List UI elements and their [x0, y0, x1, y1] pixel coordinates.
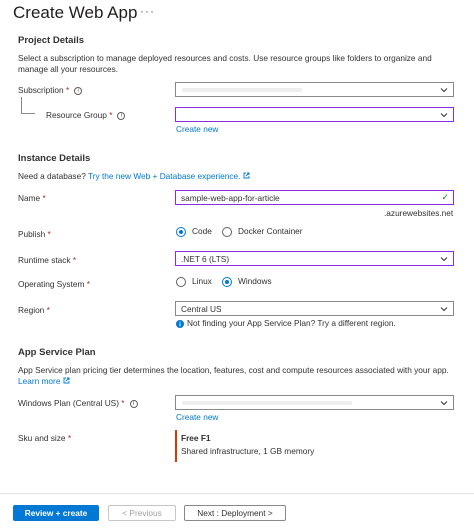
subscription-select[interactable] — [175, 82, 454, 97]
redacted-value — [182, 88, 302, 92]
publish-code-radio[interactable]: Code — [176, 226, 212, 237]
redacted-value — [182, 401, 352, 405]
info-filled-icon — [176, 319, 184, 328]
os-linux-radio[interactable]: Linux — [176, 276, 212, 287]
project-details-heading: Project Details — [18, 35, 84, 46]
operating-system-label: Operating System * — [18, 279, 90, 289]
sku-name[interactable]: Free F1 — [181, 433, 211, 443]
resource-group-label: Resource Group * i — [46, 110, 126, 120]
name-input[interactable]: sample-web-app-for-article ✓ — [175, 190, 454, 205]
database-prompt: Need a database? Try the new Web + Datab… — [18, 171, 250, 181]
chevron-down-icon — [440, 307, 448, 312]
page-title: Create Web App — [13, 3, 138, 22]
chevron-down-icon — [440, 88, 448, 93]
footer-divider — [0, 493, 474, 494]
app-service-plan-heading: App Service Plan — [18, 347, 96, 358]
chevron-down-icon — [440, 113, 448, 118]
publish-label: Publish * — [18, 229, 51, 239]
subscription-label: Subscription * i — [18, 85, 83, 95]
app-service-plan-description: App Service plan pricing tier determines… — [18, 365, 449, 386]
radio-icon — [176, 276, 186, 287]
chevron-down-icon — [440, 401, 448, 406]
review-create-button[interactable]: Review + create — [13, 505, 99, 521]
name-label: Name * — [18, 193, 46, 203]
project-details-description: Select a subscription to manage deployed… — [18, 53, 432, 74]
region-hint: Not finding your App Service Plan? Try a… — [176, 318, 396, 328]
publish-docker-radio[interactable]: Docker Container — [222, 226, 303, 237]
sku-accent-bar — [175, 430, 177, 462]
more-options-icon[interactable]: ··· — [140, 4, 155, 18]
windows-plan-select[interactable] — [175, 395, 454, 410]
tree-connector — [21, 97, 35, 114]
info-icon: i — [74, 86, 83, 95]
sku-size-label: Sku and size * — [18, 433, 72, 443]
region-label: Region * — [18, 305, 50, 315]
os-windows-radio[interactable]: Windows — [222, 276, 272, 287]
runtime-stack-label: Runtime stack * — [18, 255, 77, 265]
valid-check-icon: ✓ — [441, 192, 449, 202]
sku-detail: Shared infrastructure, 1 GB memory — [181, 446, 315, 456]
learn-more-link[interactable]: Learn more — [18, 376, 60, 386]
create-new-resource-group-link[interactable]: Create new — [176, 124, 218, 134]
runtime-stack-select[interactable]: .NET 6 (LTS) — [175, 251, 454, 266]
resource-group-select[interactable] — [175, 107, 454, 122]
region-select[interactable]: Central US — [175, 301, 454, 316]
external-link-icon — [243, 172, 250, 179]
radio-selected-icon — [176, 226, 186, 237]
previous-button[interactable]: < Previous — [108, 505, 176, 521]
domain-suffix: .azurewebsites.net — [384, 208, 454, 218]
create-new-plan-link[interactable]: Create new — [176, 412, 218, 422]
web-database-link[interactable]: Try the new Web + Database experience. — [88, 171, 240, 181]
info-icon: i — [117, 111, 126, 120]
next-deployment-button[interactable]: Next : Deployment > — [184, 505, 286, 521]
external-link-icon — [63, 377, 70, 384]
chevron-down-icon — [440, 257, 448, 262]
instance-details-heading: Instance Details — [18, 153, 91, 164]
radio-icon — [222, 226, 232, 237]
radio-selected-icon — [222, 276, 232, 287]
info-icon: i — [129, 399, 138, 408]
windows-plan-label: Windows Plan (Central US) * i — [18, 398, 138, 408]
